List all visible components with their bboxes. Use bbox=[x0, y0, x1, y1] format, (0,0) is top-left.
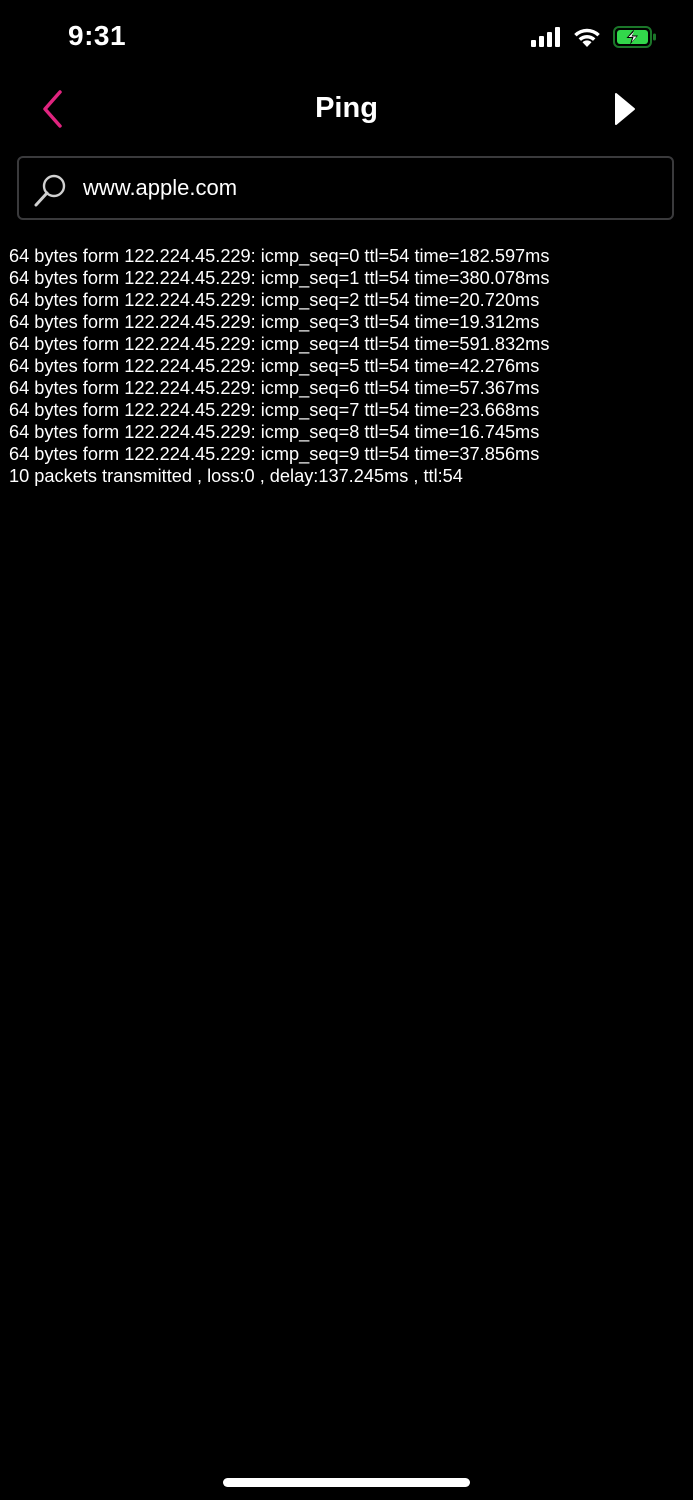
start-ping-button[interactable] bbox=[605, 90, 645, 132]
output-line: 64 bytes form 122.224.45.229: icmp_seq=2… bbox=[9, 290, 540, 310]
status-bar: 9:31 bbox=[0, 0, 693, 76]
output-line: 64 bytes form 122.224.45.229: icmp_seq=9… bbox=[9, 444, 540, 464]
status-time: 9:31 bbox=[68, 20, 127, 51]
output-line: 64 bytes form 122.224.45.229: icmp_seq=4… bbox=[9, 334, 550, 354]
page-title: Ping bbox=[315, 92, 378, 124]
signal-icon bbox=[531, 26, 561, 52]
status-icons bbox=[531, 25, 657, 53]
summary-line: 10 packets transmitted , loss:0 , delay:… bbox=[9, 466, 463, 486]
output-line: 64 bytes form 122.224.45.229: icmp_seq=5… bbox=[9, 356, 540, 376]
play-icon bbox=[614, 92, 636, 131]
output-line: 64 bytes form 122.224.45.229: icmp_seq=1… bbox=[9, 268, 550, 288]
output-line: 64 bytes form 122.224.45.229: icmp_seq=6… bbox=[9, 378, 540, 398]
search-icon bbox=[33, 172, 69, 208]
host-input[interactable] bbox=[79, 164, 667, 212]
ping-output: 64 bytes form 122.224.45.229: icmp_seq=0… bbox=[9, 245, 689, 487]
home-indicator[interactable] bbox=[223, 1478, 470, 1487]
output-line: 64 bytes form 122.224.45.229: icmp_seq=3… bbox=[9, 312, 540, 332]
host-search-field[interactable] bbox=[17, 156, 674, 220]
wifi-icon bbox=[573, 26, 601, 53]
battery-charging-icon bbox=[613, 25, 657, 53]
output-line: 64 bytes form 122.224.45.229: icmp_seq=7… bbox=[9, 400, 540, 420]
nav-bar: Ping bbox=[0, 78, 693, 144]
output-line: 64 bytes form 122.224.45.229: icmp_seq=8… bbox=[9, 422, 540, 442]
output-line: 64 bytes form 122.224.45.229: icmp_seq=0… bbox=[9, 246, 550, 266]
